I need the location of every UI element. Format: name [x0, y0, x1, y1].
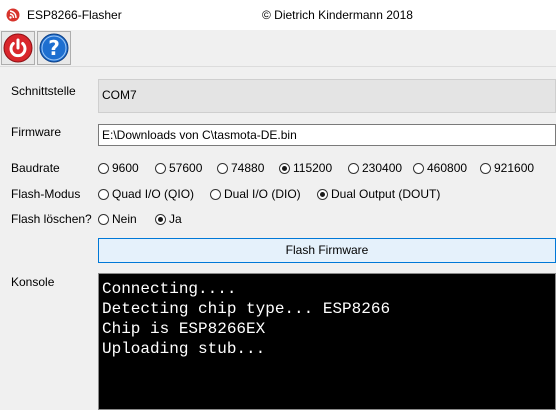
flash-firmware-button[interactable]: Flash Firmware — [98, 238, 556, 263]
erase-radio-ja[interactable]: Ja — [155, 211, 182, 227]
svg-text:?: ? — [48, 36, 60, 60]
baud-radio-921600[interactable]: 921600 — [480, 160, 534, 176]
espressif-logo-icon — [6, 8, 20, 22]
baud-radio-9600[interactable]: 9600 — [98, 160, 139, 176]
baud-radio-74880[interactable]: 74880 — [217, 160, 264, 176]
console-label: Konsole — [11, 275, 55, 289]
window-title: ESP8266-Flasher — [27, 8, 122, 22]
toolbar: ? — [0, 30, 556, 67]
port-value: COM7 — [102, 88, 137, 102]
quit-button[interactable] — [1, 31, 35, 65]
firmware-path-value: E:\Downloads von C\tasmota-DE.bin — [102, 128, 297, 142]
baud-radio-57600[interactable]: 57600 — [155, 160, 202, 176]
console-line: Uploading stub... — [102, 340, 266, 358]
title-bar: ESP8266-Flasher © Dietrich Kindermann 20… — [0, 0, 556, 30]
mode-radio-dio[interactable]: Dual I/O (DIO) — [210, 186, 301, 202]
firmware-label: Firmware — [11, 125, 61, 139]
console-line: Detecting chip type... ESP8266 — [102, 300, 391, 318]
erase-radio-nein[interactable]: Nein — [98, 211, 137, 227]
baud-radio-115200[interactable]: 115200 — [279, 160, 332, 176]
copyright-text: © Dietrich Kindermann 2018 — [262, 8, 413, 22]
port-select[interactable]: COM7 — [98, 79, 556, 113]
power-icon — [3, 33, 33, 63]
console-output: Connecting.... Detecting chip type... ES… — [98, 273, 556, 410]
help-icon: ? — [39, 33, 69, 63]
help-button[interactable]: ? — [37, 31, 71, 65]
firmware-path-field[interactable]: E:\Downloads von C\tasmota-DE.bin — [98, 124, 556, 146]
baud-label: Baudrate — [11, 161, 60, 175]
port-label: Schnittstelle — [11, 84, 76, 98]
baud-radio-460800[interactable]: 460800 — [413, 160, 467, 176]
console-line: Chip is ESP8266EX — [102, 320, 266, 338]
baud-radio-230400[interactable]: 230400 — [348, 160, 402, 176]
erase-flash-label: Flash löschen? — [11, 212, 92, 226]
flash-mode-label: Flash-Modus — [11, 187, 81, 201]
console-line: Connecting.... — [102, 280, 237, 298]
mode-radio-qio[interactable]: Quad I/O (QIO) — [98, 186, 194, 202]
mode-radio-dout[interactable]: Dual Output (DOUT) — [317, 186, 440, 202]
